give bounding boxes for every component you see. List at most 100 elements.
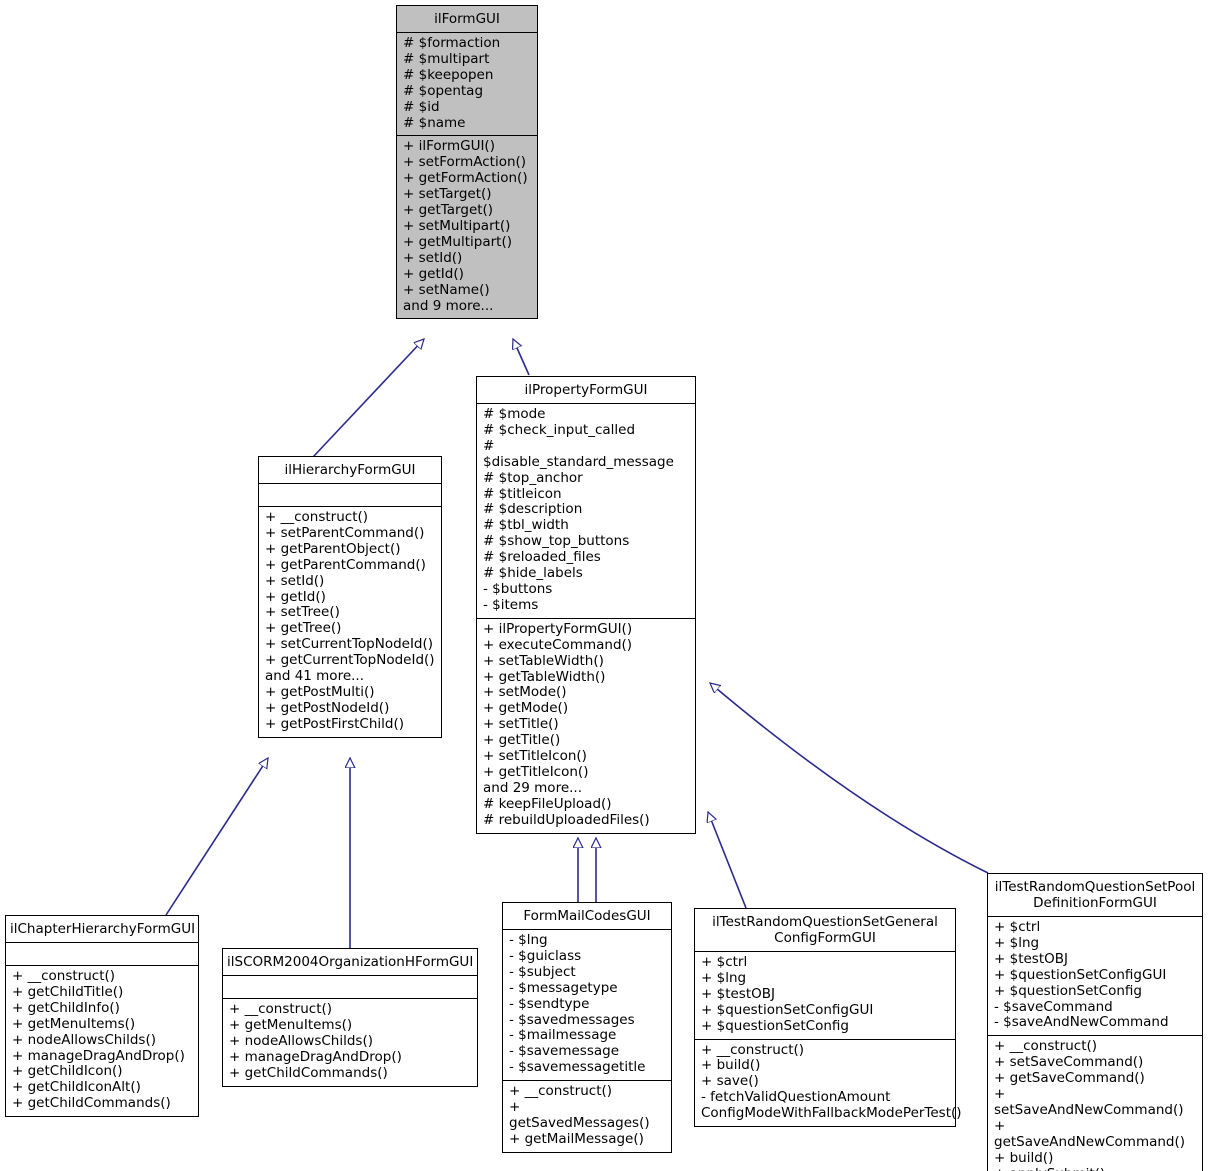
operation-row: + __construct() (265, 509, 369, 525)
attribute-row: + $lng (701, 969, 747, 986)
attribute-row: # $disable_standard_message (483, 437, 674, 470)
class-operations-FormMailCodesGUI: + __construct() + getSavedMessages() + g… (503, 1081, 671, 1152)
operation-row: + getPostFirstChild() (265, 715, 405, 732)
operation-row: + nodeAllowsChilds() (12, 1031, 156, 1048)
operation-row: + getSavedMessages() (509, 1099, 650, 1131)
edge-ilTestRandomQuestionSetPoolDefinitionFormGUI-to-ilPropertyFormGUI (710, 683, 989, 874)
class-title-ilChapterHierarchyFormGUI: ilChapterHierarchyFormGUI (10, 921, 196, 937)
attribute-row: # $check_input_called (483, 421, 636, 438)
attribute-row: - $lng (509, 932, 548, 948)
operation-row: + getChildCommands() (12, 1095, 171, 1112)
operation-row: + getMultipart() (403, 233, 512, 250)
operation-row: + __construct() (509, 1083, 613, 1100)
operation-row: + __construct() (994, 1038, 1098, 1055)
operation-row: + getTableWidth() (483, 668, 606, 685)
attribute-row: - $mailmessage (509, 1027, 617, 1044)
operation-row: + getPostMulti() (265, 683, 375, 700)
operation-row: + getChildTitle() (12, 983, 124, 1000)
attribute-row: # $keepopen (403, 66, 494, 83)
class-attributes-ilHierarchyFormGUI (259, 484, 441, 506)
operation-row: + getMenuItems() (229, 1016, 353, 1033)
operation-row: + getPostNodeId() (265, 699, 390, 716)
attribute-row: # $description (483, 501, 583, 518)
attribute-row: # $hide_labels (483, 565, 583, 582)
class-title-ilTestRandomQuestionSetPoolDefinitionFormGUI: ilTestRandomQuestionSetPool DefinitionFo… (994, 879, 1196, 911)
class-attributes-ilTestRandomQuestionSetPoolDefinitionFormGUI: + $ctrl + $lng + $testOBJ + $questionSet… (988, 917, 1202, 1035)
attribute-row: # $mode (483, 406, 546, 422)
attribute-row: - $subject (509, 963, 576, 980)
operation-row: + nodeAllowsChilds() (229, 1032, 373, 1049)
operation-row: # rebuildUploadedFiles() (483, 811, 650, 828)
operation-row: + setId() (265, 572, 325, 589)
attribute-row: # $opentag (403, 82, 484, 99)
operation-row: + getChildInfo() (12, 999, 120, 1016)
operation-row: + getChildIcon() (12, 1063, 123, 1080)
operation-row: + setParentCommand() (265, 524, 425, 541)
operation-row: + getId() (265, 588, 326, 605)
edge-ilHierarchyFormGUI-to-ilFormGUI (312, 339, 424, 458)
class-title-FormMailCodesGUI: FormMailCodesGUI (523, 908, 651, 924)
operation-row: + getParentCommand() (265, 556, 426, 573)
attribute-row: + $lng (994, 934, 1040, 951)
operation-row-more: and 9 more... (403, 297, 494, 314)
attribute-row: # $reloaded_files (483, 549, 601, 566)
class-box-FormMailCodesGUI[interactable]: FormMailCodesGUI - $lng - $guiclass - $s… (502, 902, 672, 1153)
class-operations-ilTestRandomQuestionSetPoolDefinitionFormGUI: + __construct() + setSaveCommand() + get… (988, 1036, 1202, 1171)
operation-row: + getFormAction() (403, 170, 528, 187)
operation-row: + applySubmit() (994, 1166, 1196, 1171)
class-operations-ilPropertyFormGUI: + ilPropertyFormGUI() + executeCommand()… (477, 619, 695, 833)
operation-row: + setFormAction() (403, 154, 527, 171)
operation-row: + setMultipart() (403, 217, 511, 234)
class-title-ilHierarchyFormGUI: ilHierarchyFormGUI (284, 462, 416, 478)
operation-row: + setSaveCommand() (994, 1054, 1144, 1071)
class-attributes-FormMailCodesGUI: - $lng - $guiclass - $subject - $message… (503, 930, 671, 1080)
attribute-row: + $testOBJ (701, 985, 775, 1002)
class-operations-ilFormGUI: + ilFormGUI() + setFormAction() + getFor… (397, 136, 537, 318)
operation-row: + getSaveCommand() (994, 1070, 1145, 1087)
class-box-ilFormGUI[interactable]: ilFormGUI # $formaction # $multipart # $… (396, 5, 538, 320)
operation-row: + getChildIconAlt() (12, 1079, 141, 1096)
operation-row: + getMailMessage() (509, 1130, 644, 1147)
class-operations-ilSCORM2004OrganizationHFormGUI: + __construct() + getMenuItems() + nodeA… (223, 999, 477, 1086)
operation-row-more: and 29 more... (483, 779, 583, 796)
class-box-ilChapterHierarchyFormGUI[interactable]: ilChapterHierarchyFormGUI + __construct(… (5, 915, 199, 1118)
class-attributes-ilSCORM2004OrganizationHFormGUI (223, 976, 477, 998)
class-title-ilTestRandomQuestionSetGeneralConfigFormGUI: ilTestRandomQuestionSetGeneral ConfigFor… (712, 914, 938, 946)
operation-row: + getId() (403, 265, 464, 282)
operation-row: + getTarget() (403, 202, 494, 219)
class-box-ilTestRandomQuestionSetGeneralConfigFormGUI[interactable]: ilTestRandomQuestionSetGeneral ConfigFor… (694, 908, 962, 1128)
operation-row: + executeCommand() (483, 636, 633, 653)
attribute-row: - $buttons (483, 580, 553, 597)
class-box-ilHierarchyFormGUI[interactable]: ilHierarchyFormGUI + __construct() + set… (258, 456, 442, 738)
attribute-row: - $items (483, 596, 539, 613)
attribute-row: + $questionSetConfigGUI (994, 966, 1167, 983)
attribute-row: # $top_anchor (483, 469, 583, 486)
attribute-row: - $saveCommand (994, 998, 1113, 1015)
class-box-ilPropertyFormGUI[interactable]: ilPropertyFormGUI # $mode # $check_input… (476, 376, 696, 834)
operation-row: + getCurrentTopNodeId() (265, 652, 435, 669)
operation-row-more: and 41 more... (265, 668, 365, 685)
attribute-row: - $savemessage (509, 1043, 620, 1060)
attribute-row: - $savedmessages (509, 1011, 635, 1028)
class-box-ilTestRandomQuestionSetPoolDefinitionFormGUI[interactable]: ilTestRandomQuestionSetPool DefinitionFo… (987, 873, 1203, 1171)
attribute-row: # $show_top_buttons (483, 533, 630, 550)
operation-row: # keepFileUpload() (483, 795, 612, 812)
attribute-row: # $tbl_width (483, 517, 569, 534)
attribute-row: # $formaction (403, 35, 501, 51)
attribute-row: - $guiclass (509, 947, 582, 964)
operation-row: + getMode() (483, 700, 569, 717)
operation-row: + manageDragAndDrop() (12, 1047, 185, 1064)
operation-row: + setTitle() (483, 716, 559, 733)
operation-row: + ilFormGUI() (403, 138, 495, 155)
edge-ilPropertyFormGUI-to-ilFormGUI (513, 339, 530, 376)
operation-row: + getParentObject() (265, 540, 401, 557)
operation-row: + setSaveAndNewCommand() (994, 1086, 1184, 1118)
attribute-row: # $name (403, 114, 466, 131)
operation-row: + manageDragAndDrop() (229, 1048, 402, 1065)
attribute-row: # $multipart (403, 50, 490, 67)
class-title-ilSCORM2004OrganizationHFormGUI: ilSCORM2004OrganizationHFormGUI (227, 954, 474, 970)
attribute-row: + $questionSetConfig (994, 982, 1142, 999)
class-box-ilSCORM2004OrganizationHFormGUI[interactable]: ilSCORM2004OrganizationHFormGUI + __cons… (222, 948, 478, 1087)
class-attributes-ilChapterHierarchyFormGUI (6, 943, 198, 965)
class-title-ilFormGUI: ilFormGUI (434, 11, 500, 27)
